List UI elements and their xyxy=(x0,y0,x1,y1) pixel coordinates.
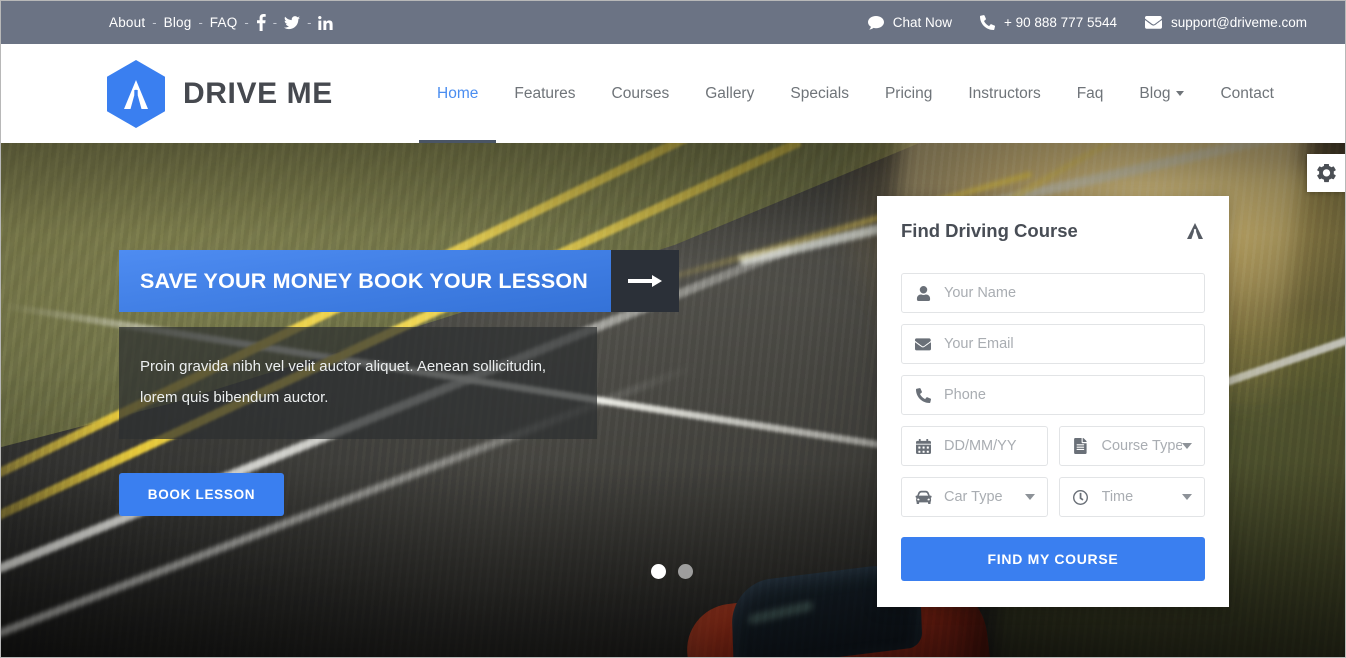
hero-headline-row: SAVE YOUR MONEY BOOK YOUR LESSON xyxy=(119,250,679,312)
main-navigation: Home Features Courses Gallery Specials P… xyxy=(419,44,1292,143)
car-type-select[interactable]: Car Type xyxy=(901,477,1048,517)
clock-icon xyxy=(1072,489,1090,505)
course-type-placeholder: Course Type xyxy=(1101,438,1183,454)
support-email-link[interactable]: support@driveme.com xyxy=(1131,15,1321,30)
nav-item-specials[interactable]: Specials xyxy=(772,44,867,143)
your-name-placeholder: Your Name xyxy=(944,285,1017,301)
road-hexagon-logo xyxy=(105,59,167,129)
phone-placeholder: Phone xyxy=(944,387,986,403)
book-lesson-button[interactable]: BOOK LESSON xyxy=(119,473,284,516)
topbar-separator: - xyxy=(198,15,203,30)
envelope-icon xyxy=(1144,16,1162,29)
phone-number-link[interactable]: + 90 888 777 5544 xyxy=(966,15,1131,30)
nav-item-features[interactable]: Features xyxy=(496,44,593,143)
top-utility-bar: About - Blog - FAQ - - - Chat Now + 90 8… xyxy=(1,1,1345,44)
envelope-icon xyxy=(914,337,932,351)
site-header: DRIVE ME Home Features Courses Gallery S… xyxy=(1,44,1345,143)
user-icon xyxy=(914,285,932,301)
your-email-placeholder: Your Email xyxy=(944,336,1014,352)
support-email-label: support@driveme.com xyxy=(1170,15,1307,30)
nav-item-blog-label: Blog xyxy=(1139,84,1171,102)
nav-item-courses[interactable]: Courses xyxy=(594,44,688,143)
car-icon xyxy=(914,490,932,504)
hero-next-button[interactable] xyxy=(611,250,679,312)
chat-now-link[interactable]: Chat Now xyxy=(854,15,966,30)
topbar-left-links: About - Blog - FAQ - - - xyxy=(109,14,334,31)
chat-icon xyxy=(867,15,884,30)
time-select[interactable]: Time xyxy=(1058,477,1205,517)
phone-icon xyxy=(914,387,932,403)
topbar-separator: - xyxy=(152,15,157,30)
nav-item-instructors[interactable]: Instructors xyxy=(950,44,1058,143)
road-icon xyxy=(1185,221,1205,241)
twitter-icon[interactable] xyxy=(284,15,301,30)
gear-icon xyxy=(1316,163,1336,183)
hero-slider: MAXIMA SAVE YOUR MONEY BOOK YOUR LESSON xyxy=(1,143,1345,657)
form-title: Find Driving Course xyxy=(901,220,1078,241)
hero-description-box: Proin gravida nibh vel velit auctor aliq… xyxy=(119,327,597,439)
topbar-separator: - xyxy=(244,15,249,30)
carousel-dot-2[interactable] xyxy=(678,564,693,579)
topbar-contact-group: Chat Now + 90 888 777 5544 support@drive… xyxy=(854,1,1321,44)
date-field[interactable]: DD/MM/YY xyxy=(901,426,1048,466)
hero-headline-banner: SAVE YOUR MONEY BOOK YOUR LESSON xyxy=(119,250,611,312)
chevron-down-icon xyxy=(1024,494,1035,500)
your-email-field[interactable]: Your Email xyxy=(901,324,1205,364)
nav-item-blog[interactable]: Blog xyxy=(1121,44,1202,143)
nav-item-pricing[interactable]: Pricing xyxy=(867,44,950,143)
carousel-dot-1[interactable] xyxy=(651,564,666,579)
nav-item-faq[interactable]: Faq xyxy=(1059,44,1122,143)
time-placeholder: Time xyxy=(1101,489,1134,505)
phone-field[interactable]: Phone xyxy=(901,375,1205,415)
carousel-pagination xyxy=(651,564,693,579)
form-row-car-time: Car Type Time xyxy=(901,477,1205,517)
chat-now-label: Chat Now xyxy=(892,15,952,30)
topbar-link-about[interactable]: About xyxy=(109,15,145,30)
hero-caption: SAVE YOUR MONEY BOOK YOUR LESSON Proin g… xyxy=(119,250,699,516)
phone-number-label: + 90 888 777 5544 xyxy=(1004,15,1117,30)
topbar-separator: - xyxy=(307,15,312,30)
find-my-course-button[interactable]: FIND MY COURSE xyxy=(901,537,1205,581)
nav-item-gallery[interactable]: Gallery xyxy=(687,44,772,143)
page-root: About - Blog - FAQ - - - Chat Now + 90 8… xyxy=(0,0,1346,658)
date-placeholder: DD/MM/YY xyxy=(944,438,1017,454)
topbar-separator: - xyxy=(272,15,278,30)
topbar-link-faq[interactable]: FAQ xyxy=(210,15,238,30)
form-header: Find Driving Course xyxy=(901,220,1205,242)
topbar-link-blog[interactable]: Blog xyxy=(164,15,192,30)
your-name-field[interactable]: Your Name xyxy=(901,273,1205,313)
form-row-date-course: DD/MM/YY Course Type xyxy=(901,426,1205,466)
settings-panel-toggle[interactable] xyxy=(1307,154,1345,192)
document-icon xyxy=(1072,438,1090,454)
hero-description-text: Proin gravida nibh vel velit auctor aliq… xyxy=(140,358,547,406)
car-type-placeholder: Car Type xyxy=(944,489,1003,505)
nav-item-contact[interactable]: Contact xyxy=(1202,44,1291,143)
chevron-down-icon xyxy=(1182,443,1192,449)
linkedin-icon[interactable] xyxy=(318,15,334,30)
arrow-right-icon xyxy=(628,273,662,289)
calendar-icon xyxy=(914,438,932,454)
brand-logo-link[interactable]: DRIVE ME xyxy=(105,59,333,129)
brand-name: DRIVE ME xyxy=(183,76,333,110)
hero-headline-text: SAVE YOUR MONEY BOOK YOUR LESSON xyxy=(140,268,589,293)
chevron-down-icon xyxy=(1182,494,1192,500)
facebook-icon[interactable] xyxy=(256,14,266,31)
chevron-down-icon xyxy=(1176,91,1185,96)
find-driving-course-form: Find Driving Course Your Name Your Email xyxy=(877,196,1229,607)
course-type-select[interactable]: Course Type xyxy=(1058,426,1205,466)
phone-icon xyxy=(980,15,995,30)
nav-item-home[interactable]: Home xyxy=(419,44,497,143)
